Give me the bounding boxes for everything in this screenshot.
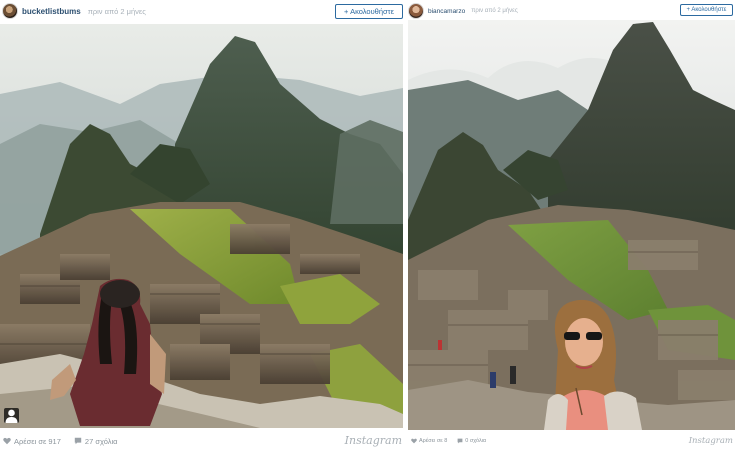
avatar[interactable] [2, 3, 18, 19]
follow-button[interactable]: + Ακολουθήστε [335, 4, 403, 19]
likes-count[interactable]: Αρέσει σε 917 [3, 437, 61, 446]
post-header: bucketlistbums πριν από 2 μήνες + Ακολου… [0, 0, 405, 22]
comments-count[interactable]: 0 σχόλια [457, 438, 486, 444]
instagram-wordmark[interactable]: Instagram [345, 434, 402, 447]
post-photo[interactable] [408, 20, 735, 430]
post-timestamp[interactable]: πριν από 2 μήνες [88, 7, 146, 16]
avatar[interactable] [408, 3, 424, 19]
post-timestamp[interactable]: πριν από 2 μήνες [471, 8, 518, 14]
machu-picchu-photo [0, 24, 403, 428]
post-left: bucketlistbums πριν από 2 μήνες + Ακολου… [0, 0, 405, 450]
post-header: biancamarzo πριν από 2 μήνες + Ακολουθήσ… [407, 0, 735, 22]
comments-label: 27 σχόλια [84, 436, 118, 446]
comments-label: 0 σχόλια [465, 438, 487, 444]
comments-count[interactable]: 27 σχόλια [74, 436, 118, 446]
follow-button[interactable]: + Ακολουθήστε [680, 4, 733, 16]
likes-label: Αρέσει σε 8 [419, 438, 448, 444]
instagram-wordmark[interactable]: Instagram [689, 436, 733, 446]
heart-icon [3, 437, 11, 445]
person-tag-icon[interactable] [4, 408, 19, 423]
post-footer: Αρέσει σε 8 0 σχόλια Instagram [407, 431, 735, 451]
likes-label: Αρέσει σε 917 [14, 436, 61, 446]
post-footer: Αρέσει σε 917 27 σχόλια Instagram [0, 431, 405, 451]
post-right: biancamarzo πριν από 2 μήνες + Ακολουθήσ… [407, 0, 735, 450]
post-photo[interactable] [0, 24, 403, 428]
speech-bubble-icon [457, 438, 463, 444]
machu-picchu-selfie-photo [408, 20, 735, 430]
likes-count[interactable]: Αρέσει σε 8 [411, 438, 447, 444]
username-link[interactable]: bucketlistbums [22, 7, 81, 16]
heart-icon [411, 438, 417, 444]
speech-bubble-icon [74, 437, 82, 445]
username-link[interactable]: biancamarzo [428, 8, 465, 15]
